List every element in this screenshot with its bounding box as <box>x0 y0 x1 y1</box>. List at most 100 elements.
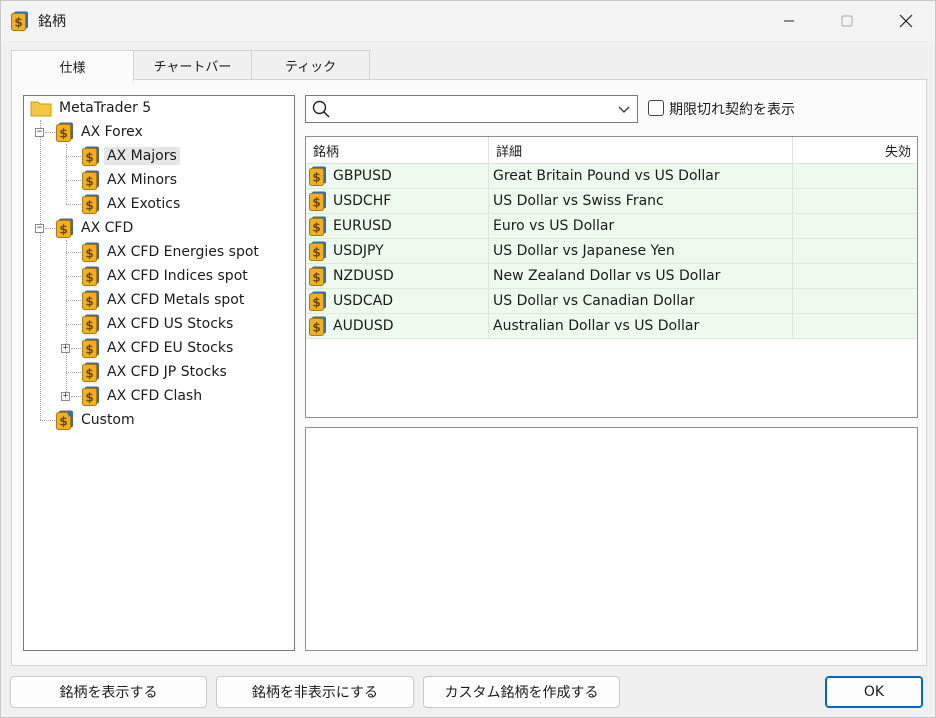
tab-specification[interactable]: 仕様 <box>11 50 134 81</box>
symbol-cell: AUDUSD <box>306 314 489 338</box>
folder-icon <box>30 99 52 117</box>
table-header: 銘柄 詳細 失効 <box>306 137 917 164</box>
tree-item-label: AX Forex <box>81 124 143 140</box>
column-header-description[interactable]: 詳細 <box>489 137 793 164</box>
coin-icon <box>82 290 100 310</box>
coin-icon <box>82 146 100 166</box>
tree-item-label: AX CFD Metals spot <box>107 292 245 308</box>
symbol-name: USDJPY <box>333 243 384 259</box>
create-custom-symbol-button[interactable]: カスタム銘柄を作成する <box>423 676 620 708</box>
tree-guide <box>66 324 81 325</box>
tree-item-label: Custom <box>81 412 135 428</box>
tree-item-custom[interactable]: Custom <box>56 409 138 431</box>
tree-guide <box>66 156 81 157</box>
description-cell: US Dollar vs Japanese Yen <box>489 239 793 263</box>
tree-guide <box>66 300 81 301</box>
tree-guide <box>71 348 81 349</box>
symbol-name: GBPUSD <box>333 168 392 184</box>
tree-item-label: AX CFD Energies spot <box>107 244 259 260</box>
coin-icon <box>309 216 327 236</box>
symbol-tree[interactable]: MetaTrader 5 − AX Forex AX Majors AX Min… <box>23 95 295 651</box>
expiry-cell <box>793 189 917 213</box>
coin-icon <box>309 316 327 336</box>
tree-item-label: AX CFD Clash <box>107 388 203 404</box>
tab-chart-bars[interactable]: チャートバー <box>133 50 252 80</box>
minimize-button[interactable] <box>766 5 812 37</box>
expiry-cell <box>793 164 917 188</box>
tree-item-cfd-us-stocks[interactable]: AX CFD US Stocks <box>82 313 236 335</box>
coin-icon <box>82 194 100 214</box>
tree-item-label: AX Exotics <box>107 196 181 212</box>
symbol-cell: USDJPY <box>306 239 489 263</box>
symbol-name: USDCHF <box>333 193 392 209</box>
show-expired-checkbox[interactable] <box>648 100 664 116</box>
coin-icon <box>82 314 100 334</box>
tree-guide <box>45 132 55 133</box>
table-row[interactable]: NZDUSD New Zealand Dollar vs US Dollar <box>306 264 917 289</box>
symbol-cell: NZDUSD <box>306 264 489 288</box>
symbol-cell: USDCAD <box>306 289 489 313</box>
hide-symbol-button[interactable]: 銘柄を非表示にする <box>216 676 414 708</box>
coin-folder-icon <box>56 218 74 238</box>
column-header-expiry[interactable]: 失効 <box>793 137 917 164</box>
table-row[interactable]: EURUSD Euro vs US Dollar <box>306 214 917 239</box>
table-row[interactable]: USDCHF US Dollar vs Swiss Franc <box>306 189 917 214</box>
collapse-icon[interactable]: − <box>35 224 44 233</box>
tree-item-label: MetaTrader 5 <box>59 100 152 116</box>
tree-item-ax-exotics[interactable]: AX Exotics <box>82 193 183 215</box>
table-row[interactable]: GBPUSD Great Britain Pound vs US Dollar <box>306 164 917 189</box>
chevron-down-icon[interactable] <box>617 102 631 116</box>
tree-item-cfd-indices[interactable]: AX CFD Indices spot <box>82 265 251 287</box>
ok-button[interactable]: OK <box>825 676 923 708</box>
tree-guide <box>66 204 81 205</box>
expand-icon[interactable]: + <box>61 344 70 353</box>
maximize-button[interactable] <box>824 5 870 37</box>
tree-item-label: AX Majors <box>104 147 180 165</box>
show-symbol-button[interactable]: 銘柄を表示する <box>10 676 207 708</box>
tree-item-ax-cfd[interactable]: AX CFD <box>56 217 136 239</box>
close-button[interactable] <box>883 5 929 37</box>
coin-icon <box>82 362 100 382</box>
tree-item-ax-forex[interactable]: AX Forex <box>56 121 146 143</box>
tree-item-label: AX Minors <box>107 172 178 188</box>
tree-item-label: AX CFD EU Stocks <box>107 340 234 356</box>
tree-item-label: AX CFD Indices spot <box>107 268 248 284</box>
tree-item-ax-minors[interactable]: AX Minors <box>82 169 180 191</box>
search-combobox[interactable] <box>305 95 638 123</box>
table-row[interactable]: USDJPY US Dollar vs Japanese Yen <box>306 239 917 264</box>
column-header-symbol[interactable]: 銘柄 <box>306 137 489 164</box>
tree-item-ax-majors[interactable]: AX Majors <box>82 145 180 167</box>
expiry-cell <box>793 314 917 338</box>
tree-item-cfd-clash[interactable]: AX CFD Clash <box>82 385 205 407</box>
tree-item-root[interactable]: MetaTrader 5 <box>30 97 154 119</box>
coin-icon <box>309 241 327 261</box>
minimize-icon <box>784 20 794 22</box>
coin-icon <box>82 386 100 406</box>
tree-guide <box>66 252 81 253</box>
coin-icon <box>82 266 100 286</box>
tree-item-cfd-jp-stocks[interactable]: AX CFD JP Stocks <box>82 361 230 383</box>
close-icon <box>899 14 913 28</box>
coin-icon <box>309 166 327 186</box>
description-cell: Australian Dollar vs US Dollar <box>489 314 793 338</box>
tab-ticks[interactable]: ティック <box>251 50 370 80</box>
tree-item-cfd-metals[interactable]: AX CFD Metals spot <box>82 289 247 311</box>
search-icon <box>312 100 330 118</box>
collapse-icon[interactable]: − <box>35 128 44 137</box>
description-cell: Great Britain Pound vs US Dollar <box>489 164 793 188</box>
tree-guide <box>40 420 55 421</box>
symbol-name: NZDUSD <box>333 268 394 284</box>
description-cell: US Dollar vs Swiss Franc <box>489 189 793 213</box>
tree-guide <box>71 396 81 397</box>
tab-panel: MetaTrader 5 − AX Forex AX Majors AX Min… <box>11 79 927 666</box>
tree-item-cfd-energies[interactable]: AX CFD Energies spot <box>82 241 262 263</box>
expand-icon[interactable]: + <box>61 392 70 401</box>
tree-item-cfd-eu-stocks[interactable]: AX CFD EU Stocks <box>82 337 236 359</box>
tree-guide <box>45 228 55 229</box>
symbol-name: EURUSD <box>333 218 392 234</box>
table-row[interactable]: USDCAD US Dollar vs Canadian Dollar <box>306 289 917 314</box>
symbol-details-pane <box>305 427 918 651</box>
expiry-cell <box>793 239 917 263</box>
description-cell: Euro vs US Dollar <box>489 214 793 238</box>
table-row[interactable]: AUDUSD Australian Dollar vs US Dollar <box>306 314 917 339</box>
